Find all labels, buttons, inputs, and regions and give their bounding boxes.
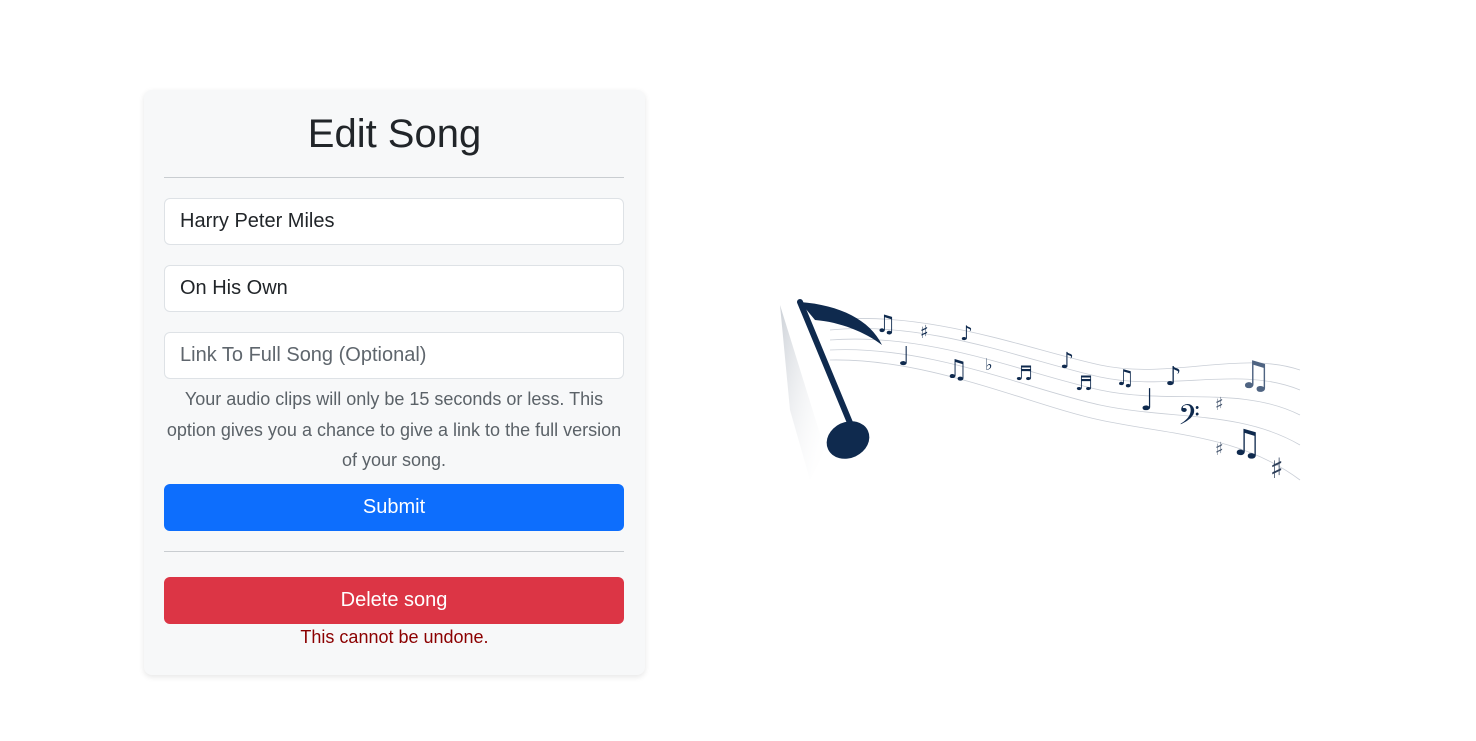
song-title-input[interactable] <box>164 265 624 312</box>
full-song-link-input[interactable] <box>164 332 624 379</box>
svg-text:♫: ♫ <box>1230 423 1262 464</box>
divider-top <box>164 177 624 178</box>
svg-text:♩: ♩ <box>1140 383 1154 418</box>
title-wrap: Edit Song <box>144 110 645 158</box>
svg-text:♫: ♫ <box>945 355 968 385</box>
svg-text:♫: ♫ <box>875 310 897 338</box>
help-text: Your audio clips will only be 15 seconds… <box>166 389 622 470</box>
svg-text:♩: ♩ <box>898 342 910 372</box>
delete-warning-text: This cannot be undone. <box>300 627 489 647</box>
delete-song-button[interactable]: Delete song <box>164 577 624 624</box>
svg-text:♯: ♯ <box>1215 394 1224 415</box>
svg-text:♬: ♬ <box>1015 361 1033 385</box>
svg-text:♪: ♪ <box>1060 349 1074 374</box>
submit-button[interactable]: Submit <box>164 484 624 531</box>
svg-text:𝄢: 𝄢 <box>1178 399 1200 439</box>
svg-text:♪: ♪ <box>960 321 973 345</box>
divider-bottom <box>164 551 624 552</box>
music-notes-illustration: ♫ ♯ ♪ ♩ ♫ ♭ ♬ ♪ ♬ ♫ ♩ ♪ 𝄢 ♯ ♫ ♯ ♫ ♯ <box>780 299 1301 485</box>
svg-text:♫: ♫ <box>1115 366 1135 391</box>
svg-text:♫: ♫ <box>1238 353 1272 397</box>
small-notes: ♫ ♯ ♪ ♩ ♫ ♭ ♬ ♪ ♬ ♫ ♩ ♪ 𝄢 ♯ ♫ ♯ ♫ ♯ <box>875 310 1284 485</box>
note-shadow <box>780 305 825 480</box>
svg-text:♯: ♯ <box>1215 439 1224 460</box>
artist-input[interactable] <box>164 198 624 245</box>
svg-text:♯: ♯ <box>1270 452 1284 485</box>
svg-text:♪: ♪ <box>1165 362 1182 392</box>
svg-text:♭: ♭ <box>985 355 993 374</box>
svg-text:♬: ♬ <box>1075 371 1093 395</box>
edit-song-card: Edit Song Your audio clips will only be … <box>144 90 645 675</box>
page-title: Edit Song <box>307 112 482 156</box>
svg-text:♯: ♯ <box>920 322 929 343</box>
